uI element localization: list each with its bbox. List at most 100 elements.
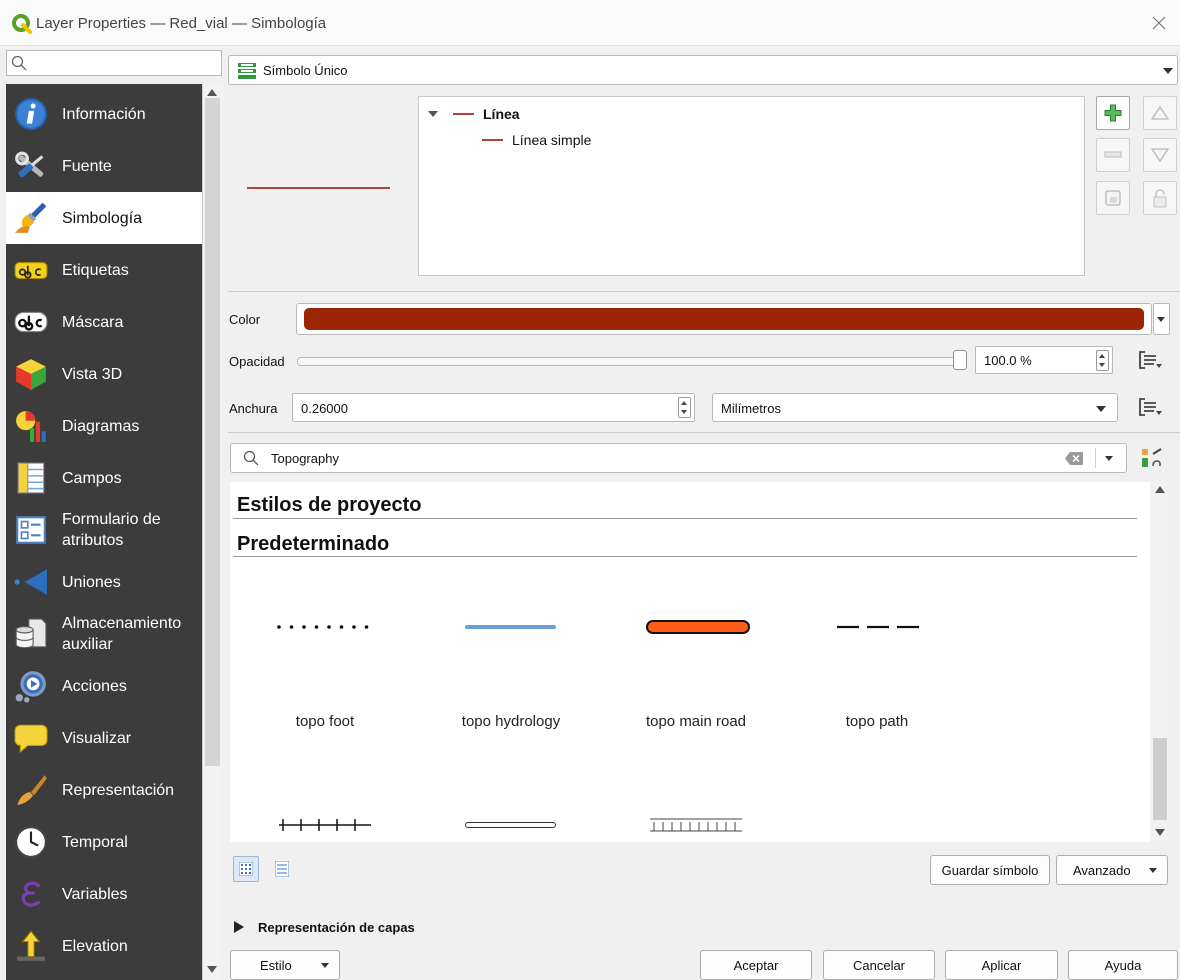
sidebar-item-temporal[interactable]: Temporal [6, 816, 202, 868]
chevron-down-icon[interactable] [1105, 456, 1113, 461]
symbol-preview-road-outline[interactable] [465, 822, 556, 828]
color-button[interactable] [296, 303, 1152, 335]
sidebar-item-variables[interactable]: Variables [6, 868, 202, 920]
fields-icon [17, 462, 45, 494]
gallery-scrollbar[interactable] [1150, 482, 1170, 842]
opacity-slider[interactable] [297, 357, 961, 366]
sidebar-scroll-thumb[interactable] [205, 98, 220, 766]
advanced-button[interactable]: Avanzado [1056, 855, 1168, 885]
expand-arrow-icon[interactable] [428, 111, 438, 117]
symbol-preview-topo-main-road[interactable] [646, 620, 750, 634]
sidebar-item-elevation[interactable]: Elevation [6, 920, 202, 972]
up-arrow-icon [1151, 106, 1169, 120]
icon-view-button[interactable] [233, 856, 259, 882]
width-unit-value: Milímetros [721, 401, 781, 416]
sidebar-item-label: Fuente [62, 157, 112, 175]
symbol-preview-topo-hydrology[interactable] [465, 625, 556, 629]
list-view-button[interactable] [270, 856, 296, 882]
sidebar-item-formulario-atributos[interactable]: Formulario de atributos [6, 504, 202, 556]
scroll-up-arrow-icon[interactable] [1155, 486, 1165, 493]
divider [1095, 448, 1096, 468]
sidebar-scrollbar[interactable] [202, 84, 222, 980]
spin-arrows[interactable] [1096, 350, 1109, 371]
renderer-label: Símbolo Único [263, 63, 348, 78]
style-manager-icon[interactable] [1140, 446, 1164, 470]
opacity-spinbox[interactable]: 100.0 % [975, 346, 1113, 374]
move-up-button[interactable] [1143, 96, 1177, 130]
color-menu-button[interactable] [1153, 303, 1170, 335]
single-symbol-icon [238, 63, 256, 79]
data-defined-override-icon[interactable] [1136, 397, 1164, 417]
chevron-down-icon [1096, 406, 1106, 412]
sidebar-item-label: Elevation [62, 937, 128, 955]
remove-symbol-layer-button[interactable] [1096, 138, 1130, 172]
scroll-down-arrow-icon[interactable] [1155, 829, 1165, 836]
sidebar-item-campos[interactable]: Campos [6, 452, 202, 504]
color-label: Color [229, 312, 261, 327]
display-icon [14, 724, 48, 753]
sidebar-item-simbologia[interactable]: Simbología [6, 192, 202, 244]
sidebar-item-representacion[interactable]: Representación [6, 764, 202, 816]
sidebar-item-almacenamiento-auxiliar[interactable]: Almacenamiento auxiliar [6, 608, 202, 660]
duplicate-symbol-layer-button[interactable] [1096, 181, 1130, 215]
lock-icon [1153, 189, 1167, 208]
sidebar-item-label: Campos [62, 469, 122, 487]
data-defined-override-icon[interactable] [1136, 350, 1164, 370]
sidebar-item-label: Máscara [62, 313, 124, 331]
symbol-preview-ticks[interactable] [650, 818, 742, 832]
width-spinbox[interactable]: 0.26000 [292, 393, 695, 422]
sidebar-search-input[interactable] [6, 50, 222, 76]
symbol-label: topo main road [645, 713, 747, 730]
symbol-preview-topo-foot[interactable] [276, 621, 372, 633]
sidebar-item-fuente[interactable]: Fuente [6, 140, 202, 192]
help-button[interactable]: Ayuda [1068, 950, 1178, 980]
opacity-slider-handle[interactable] [953, 350, 967, 370]
sidebar-item-mascara[interactable]: Máscara [6, 296, 202, 348]
sidebar-item-informacion[interactable]: Información [6, 88, 202, 140]
symbol-gallery: Estilos de proyecto Predeterminado topo … [230, 482, 1170, 842]
sidebar-item-acciones[interactable]: Acciones [6, 660, 202, 712]
scroll-down-arrow-icon[interactable] [207, 966, 217, 973]
chevron-down-icon [1149, 868, 1157, 873]
move-down-button[interactable] [1143, 138, 1177, 172]
scroll-up-arrow-icon[interactable] [207, 89, 217, 96]
add-symbol-layer-button[interactable] [1096, 96, 1130, 130]
sidebar-item-visualizar[interactable]: Visualizar [6, 712, 202, 764]
lock-layer-button[interactable] [1143, 181, 1177, 215]
spin-arrows[interactable] [678, 397, 691, 418]
divider [233, 518, 1137, 519]
sidebar-item-uniones[interactable]: Uniones [6, 556, 202, 608]
tree-item-layer[interactable]: Línea simple [482, 130, 591, 150]
symbol-preview-railway[interactable] [279, 817, 371, 833]
sidebar-item-label: Información [62, 105, 146, 123]
sidebar: Información Fuente Simbología Etiquetas … [6, 84, 202, 980]
style-label: Estilo [260, 957, 292, 973]
sidebar-item-etiquetas[interactable]: Etiquetas [6, 244, 202, 296]
width-label: Anchura [229, 401, 278, 416]
apply-button[interactable]: Aplicar [945, 950, 1058, 980]
sidebar-item-label: Visualizar [62, 729, 132, 747]
save-symbol-button[interactable]: Guardar símbolo [930, 855, 1050, 885]
layer-rendering-toggle[interactable]: Representación de capas [234, 917, 415, 937]
width-unit-select[interactable]: Milímetros [712, 393, 1118, 422]
rendering-icon [17, 775, 47, 805]
sidebar-item-vista-3d[interactable]: Vista 3D [6, 348, 202, 400]
tree-item-root[interactable]: Línea [428, 104, 520, 124]
tree-root-label: Línea [483, 106, 520, 122]
group-heading: Estilos de proyecto [237, 494, 422, 516]
width-value: 0.26000 [301, 401, 348, 416]
close-button[interactable] [1148, 12, 1170, 34]
renderer-select[interactable]: Símbolo Único [228, 55, 1178, 85]
grid-view-icon [239, 862, 253, 876]
advanced-label: Avanzado [1073, 862, 1131, 878]
gallery-scroll-thumb[interactable] [1153, 738, 1167, 820]
symbol-preview-topo-path[interactable] [837, 622, 921, 632]
ok-button[interactable]: Aceptar [700, 950, 812, 980]
style-button[interactable]: Estilo [230, 950, 340, 980]
symbol-search-input[interactable]: Topography [230, 443, 1127, 473]
temporal-icon [15, 826, 47, 858]
clear-search-icon[interactable] [1065, 452, 1083, 465]
sidebar-item-diagramas[interactable]: Diagramas [6, 400, 202, 452]
divider [233, 556, 1137, 557]
cancel-button[interactable]: Cancelar [823, 950, 935, 980]
